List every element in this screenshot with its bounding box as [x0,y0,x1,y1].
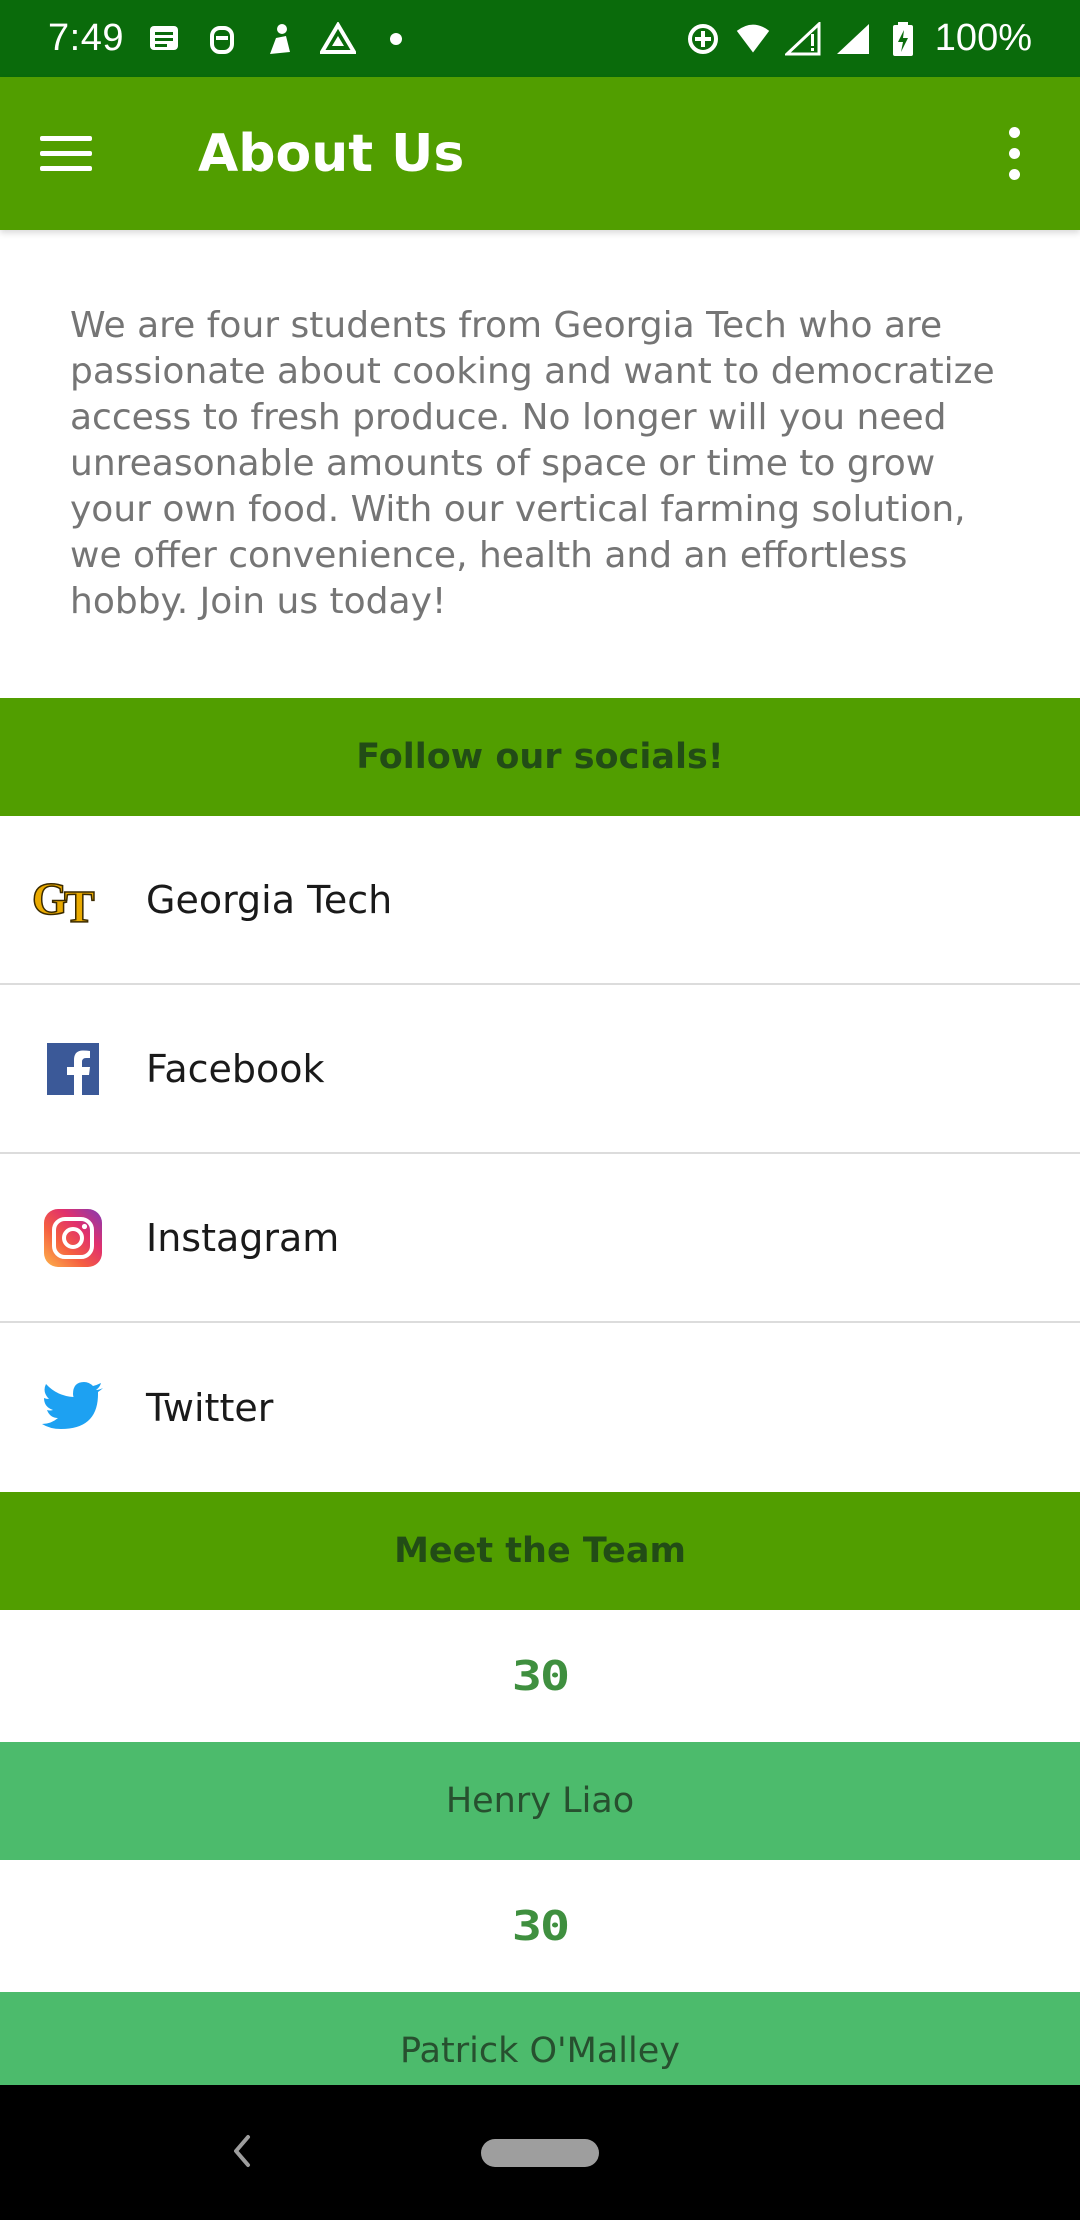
social-item-twitter[interactable]: Twitter [0,1323,1080,1492]
team-member-number: 30 [511,1902,570,1950]
team-member-number: 30 [511,1652,570,1700]
twitter-icon [30,1376,116,1440]
team-member-name: Henry Liao [0,1742,1080,1860]
battery-charging-icon [885,21,921,57]
socials-header: Follow our socials! [0,698,1080,816]
svg-text:T: T [64,881,95,928]
status-bar: 7:49 100% [0,0,1080,77]
main-content[interactable]: We are four students from Georgia Tech w… [0,230,1080,2085]
signal-no-data-icon [784,21,821,57]
notification-icons [146,21,414,57]
back-icon[interactable] [222,2131,262,2171]
figure-notification-icon [262,21,298,57]
app-bar: About Us [0,77,1080,230]
message-notification-icon [146,21,182,57]
wifi-icon [735,21,771,57]
battery-percent: 100% [934,17,1032,59]
team-header: Meet the Team [0,1492,1080,1610]
robot-notification-icon [204,21,240,57]
more-options-icon[interactable] [994,114,1034,194]
system-icons: 100% [685,17,1032,60]
social-item-label: Twitter [146,1385,274,1430]
team-member-number-row: 30 [0,1860,1080,1992]
home-pill-button[interactable] [481,2138,599,2167]
system-nav-bar [0,2085,1080,2220]
social-item-label: Facebook [146,1046,325,1091]
socials-list: G T Georgia Tech Facebook Instagram Twit… [0,816,1080,1492]
page-title: About Us [198,123,465,184]
status-time: 7:49 [48,17,124,59]
drive-notification-icon [319,21,356,57]
team-member-number-row: 30 [0,1610,1080,1742]
data-saver-icon [685,21,721,57]
facebook-icon [30,1037,116,1101]
social-item-label: Georgia Tech [146,877,393,922]
instagram-icon [30,1206,116,1270]
social-item-georgia-tech[interactable]: G T Georgia Tech [0,816,1080,985]
cell-signal-icon [835,21,871,57]
georgia-tech-logo-icon: G T [30,868,116,932]
social-item-facebook[interactable]: Facebook [0,985,1080,1154]
menu-icon[interactable] [40,116,116,192]
dot-icon [378,21,414,57]
social-item-instagram[interactable]: Instagram [0,1154,1080,1323]
social-item-label: Instagram [146,1215,340,1260]
svg-text:G: G [32,873,68,924]
about-description: We are four students from Georgia Tech w… [70,305,995,622]
team-member-name: Patrick O'Malley [0,1992,1080,2085]
team-list: 30 Henry Liao 30 Patrick O'Malley [0,1610,1080,2085]
